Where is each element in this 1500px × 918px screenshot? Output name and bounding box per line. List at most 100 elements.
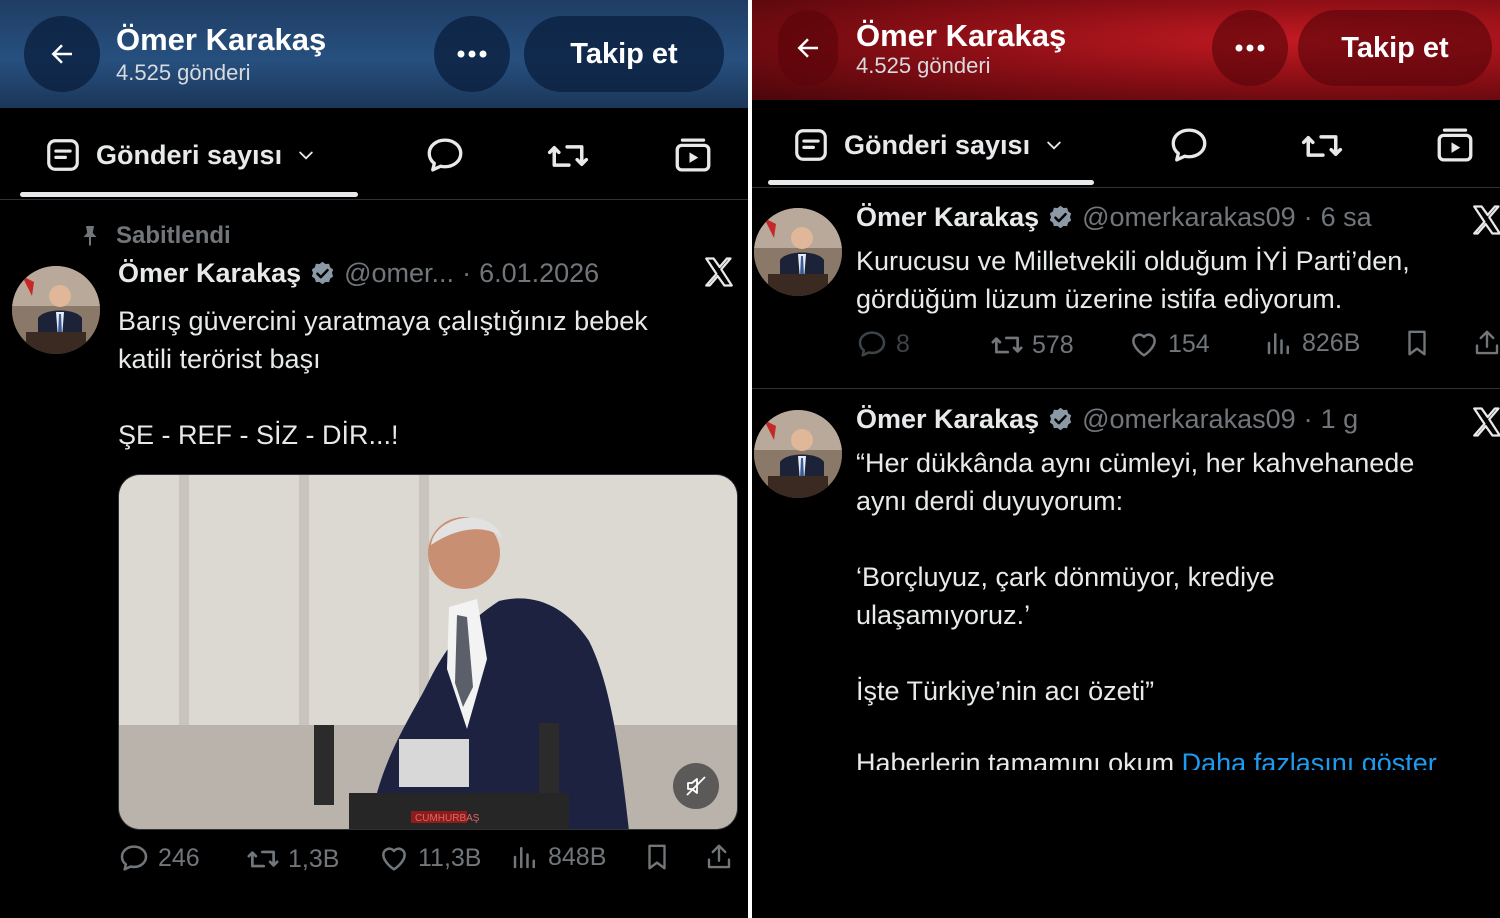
share-icon [707,844,731,869]
tweet-text: Barış güvercini yaratmaya çalıştığınız b… [118,306,648,450]
tab-post-count[interactable]: Gönderi sayısı [792,126,1064,164]
bookmark-button[interactable] [642,842,672,872]
pinned-label: Sabitlendi [78,222,231,250]
bookmark-button[interactable] [1402,328,1432,358]
heart-icon [1132,333,1156,357]
tweet-time[interactable]: 1 g [1321,404,1359,435]
right-profile-screen: Ömer Karakaş 4.525 gönderi Takip et Gönd… [752,0,1500,918]
reply-icon [120,845,148,871]
repost-count: 1,3B [288,844,340,873]
tab-post-count-label: Gönderi sayısı [96,139,283,170]
follow-button[interactable]: Takip et [1298,10,1492,86]
profile-name: Ömer Karakaş [856,18,1067,53]
pin-icon [83,226,97,246]
reply-count: 8 [896,329,910,358]
views-chart-icon [1267,333,1289,355]
repost-icon [1301,135,1343,157]
verified-badge-icon [311,261,334,285]
active-tab-indicator [768,180,1094,185]
views-chart-icon [513,847,535,869]
like-count: 11,3B [418,843,482,872]
tab-replies[interactable] [1168,124,1210,166]
more-dots-icon [457,50,487,58]
reply-button[interactable]: 246 [118,842,200,874]
tab-post-count[interactable]: Gönderi sayısı [44,136,316,174]
separator-dot: · [1303,202,1313,232]
tweet-author-name[interactable]: Ömer Karakaş [118,258,301,289]
muted-speaker-icon [686,776,706,796]
avatar[interactable] [754,208,842,296]
separator-dot: · [1303,404,1313,434]
repost-icon [247,850,279,868]
tweet-handle[interactable]: @omerkarakas09 [1082,404,1296,435]
tab-reposts[interactable] [1300,124,1344,168]
verified-badge-icon [1049,407,1072,431]
left-profile-screen: Ömer Karakaş 4.525 gönderi Takip et Gönd… [0,0,748,918]
tweet-divider [752,388,1500,389]
x-logo-icon [702,254,736,299]
repost-button[interactable]: 578 [990,328,1074,362]
views-button[interactable]: 826B [1264,328,1360,358]
post-count: 4.525 gönderi [856,53,991,78]
tab-media[interactable] [1434,124,1476,166]
video-tab-icon [1437,128,1473,162]
repost-button[interactable]: 1,3B [246,842,339,876]
verified-badge-icon [1049,205,1072,229]
tab-post-count-label: Gönderi sayısı [844,129,1031,160]
tab-replies[interactable] [424,134,466,176]
tweet-video[interactable]: CUMHURBAŞ [118,474,738,830]
list-icon [47,139,79,171]
tweet-time[interactable]: 6 sa [1321,202,1372,233]
view-count: 826B [1302,328,1361,357]
video-podium-label: CUMHURBAŞ [415,813,480,824]
like-button[interactable]: 11,3B [378,842,481,874]
chevron-down-icon [1047,141,1061,150]
back-button[interactable] [778,10,838,86]
more-button[interactable] [1212,10,1288,86]
post-count: 4.525 gönderi [116,60,251,85]
tweet-text: “Her dükkânda aynı cümleyi, her kahvehan… [856,448,1415,706]
like-count: 154 [1168,329,1210,358]
repost-count: 578 [1032,330,1074,359]
pinned-text: Sabitlendi [116,222,231,249]
avatar[interactable] [754,410,842,498]
active-tab-indicator [20,192,358,197]
tweet-text: Kurucusu ve Milletvekili olduğum İYİ Par… [856,246,1410,314]
reply-button[interactable]: 8 [856,328,910,360]
tweet-actions: 246 1,3B 11,3B 848B [0,842,748,882]
video-tab-icon [675,138,711,172]
back-button[interactable] [24,16,100,92]
mute-button[interactable] [673,763,719,809]
tweet-handle[interactable]: @omerkarakas09 [1082,202,1296,233]
tweet-header: Ömer Karakaş @omerkarakas09 · 6 sa [856,202,1372,233]
profile-header: Ömer Karakaş 4.525 gönderi Takip et [0,0,748,108]
tweet-header: Ömer Karakaş @omer... · 6.01.2026 [118,258,599,289]
profile-tabs: Gönderi sayısı [0,108,748,200]
tab-media[interactable] [672,134,714,176]
tweet-author-name[interactable]: Ömer Karakaş [856,202,1039,233]
tab-reposts[interactable] [546,134,590,178]
share-icon [1475,330,1499,355]
bookmark-icon [648,844,666,870]
repost-icon [991,336,1023,354]
x-logo-icon [1470,404,1500,449]
tweet-author-name[interactable]: Ömer Karakaş [856,404,1039,435]
follow-button[interactable]: Takip et [524,16,724,92]
arrow-left-icon [797,38,818,58]
more-button[interactable] [434,16,510,92]
share-button[interactable] [1472,328,1500,358]
tweet-handle[interactable]: @omer... [344,258,454,289]
tweet-time[interactable]: 6.01.2026 [479,258,599,289]
views-button[interactable]: 848B [510,842,606,872]
like-button[interactable]: 154 [1128,328,1210,360]
reply-icon [858,331,886,357]
heart-icon [382,847,406,871]
arrow-left-icon [51,44,72,64]
reply-count: 246 [158,843,200,872]
avatar[interactable] [12,266,100,354]
separator-dot: · [462,258,472,288]
share-button[interactable] [704,842,734,872]
tweet-header: Ömer Karakaş @omerkarakas09 · 1 g [856,404,1358,435]
x-logo-icon [1470,202,1500,247]
list-icon [795,129,827,161]
